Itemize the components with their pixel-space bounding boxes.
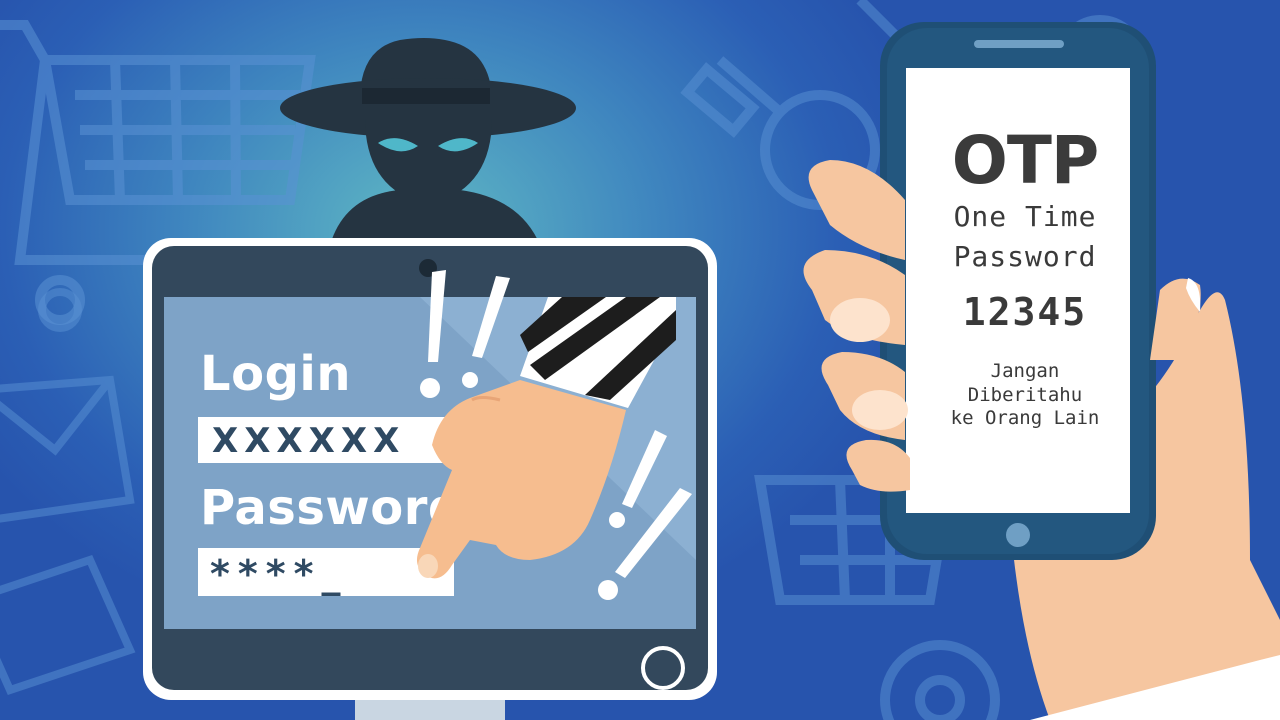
- otp-subtitle-line1: One Time: [953, 200, 1097, 233]
- illustration-scene: Login XXXXXX Password ****_ OTP One Time…: [0, 0, 1280, 720]
- otp-warning-line2: Diberitahu: [967, 384, 1083, 406]
- otp-title: OTP: [951, 122, 1100, 199]
- otp-subtitle-line2: Password: [953, 240, 1097, 273]
- otp-warning-line3: ke Orang Lain: [950, 407, 1100, 429]
- otp-warning-line1: Jangan: [990, 360, 1060, 382]
- otp-code: 12345: [962, 290, 1088, 334]
